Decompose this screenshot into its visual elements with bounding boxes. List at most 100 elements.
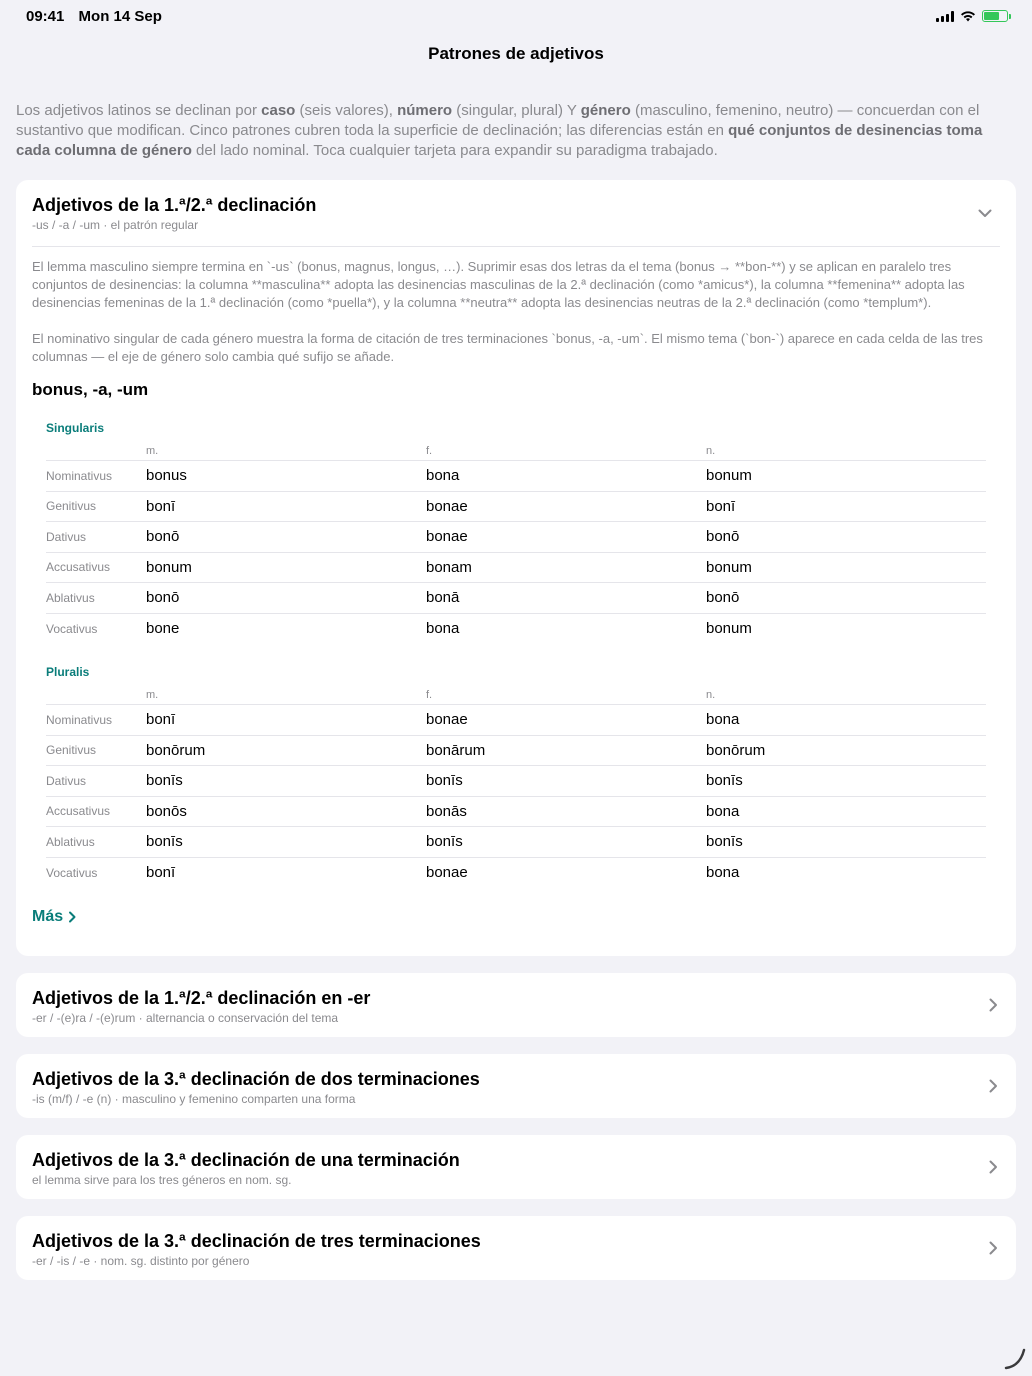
- case-label: Ablativus: [46, 590, 95, 605]
- case-label: Genitivus: [46, 743, 97, 758]
- form-cell: bonae: [426, 497, 468, 515]
- resize-handle-icon[interactable]: [1002, 1346, 1028, 1372]
- table-row: Genitivus bonī bonae bonī: [46, 492, 986, 522]
- gender-header-row: m. f. n.: [46, 441, 986, 461]
- form-cell: bonae: [426, 711, 468, 729]
- form-cell: bonum: [706, 558, 752, 576]
- gender-neuter: n.: [706, 688, 716, 701]
- form-cell: bonī: [146, 864, 176, 882]
- case-label: Accusativus: [46, 804, 111, 819]
- chevron-right-icon: [989, 1160, 997, 1174]
- status-time: 09:41: [26, 7, 65, 25]
- pattern-card-third-one-termination[interactable]: Adjetivos de la 3.ª declinación de una t…: [16, 1135, 1016, 1199]
- card-subtitle: -us / -a / -um · el patrón regular: [32, 218, 199, 232]
- form-cell: bonīs: [706, 772, 743, 790]
- case-label: Genitivus: [46, 499, 97, 514]
- form-cell: bonum: [706, 620, 752, 638]
- form-cell: bonus: [146, 467, 187, 485]
- card-title: Adjetivos de la 1.ª/2.ª declinación en -…: [32, 988, 371, 1008]
- form-cell: bonum: [706, 467, 752, 485]
- chevron-right-icon: [69, 911, 76, 923]
- pattern-card-third-three-terminations[interactable]: Adjetivos de la 3.ª declinación de tres …: [16, 1216, 1016, 1280]
- card-title: Adjetivos de la 3.ª declinación de dos t…: [32, 1069, 480, 1089]
- form-cell: bonīs: [426, 772, 463, 790]
- table-row: Ablativus bonīs bonīs bonīs: [46, 827, 986, 858]
- chevron-down-icon[interactable]: [978, 206, 992, 220]
- form-cell: bonīs: [146, 833, 183, 851]
- chevron-right-icon: [989, 1241, 997, 1255]
- cellular-signal-icon: [936, 10, 954, 22]
- pattern-card-first-second-declension[interactable]: Adjetivos de la 1.ª/2.ª declinación -us …: [16, 180, 1016, 956]
- table-row: Accusativus bonum bonam bonum: [46, 553, 986, 583]
- pattern-card-third-two-terminations[interactable]: Adjetivos de la 3.ª declinación de dos t…: [16, 1054, 1016, 1118]
- card-title: Adjetivos de la 3.ª declinación de tres …: [32, 1231, 481, 1251]
- form-cell: bonārum: [426, 741, 486, 759]
- card-title: Adjetivos de la 1.ª/2.ª declinación: [32, 195, 317, 215]
- form-cell: bonōs: [146, 802, 187, 820]
- table-row: Accusativus bonōs bonās bona: [46, 797, 986, 827]
- gender-masculine: m.: [146, 444, 159, 457]
- table-row: Ablativus bonō bonā bonō: [46, 583, 986, 614]
- case-label: Vocativus: [46, 621, 98, 636]
- form-cell: bonīs: [706, 833, 743, 851]
- table-row: Dativus bonō bonae bonō: [46, 522, 986, 553]
- case-label: Dativus: [46, 529, 87, 544]
- chevron-right-icon: [989, 1079, 997, 1093]
- intro-text: Los adjetivos latinos se declinan por ca…: [16, 102, 983, 159]
- form-cell: bonō: [146, 589, 180, 607]
- form-cell: bonī: [146, 711, 176, 729]
- case-label: Dativus: [46, 773, 87, 788]
- card-title: Adjetivos de la 3.ª declinación de una t…: [32, 1150, 460, 1170]
- status-bar: 09:41 Mon 14 Sep: [0, 0, 1032, 32]
- form-cell: bonam: [426, 558, 472, 576]
- table-row: Nominativus bonī bonae bona: [46, 705, 986, 736]
- page-title: Patrones de adjetivos: [428, 44, 604, 63]
- paradigm-singular: Singularis m. f. n. Nominativus bonus bo…: [46, 421, 986, 644]
- form-cell: bonum: [146, 558, 192, 576]
- form-cell: bonōrum: [146, 741, 206, 759]
- form-cell: bonō: [706, 589, 740, 607]
- battery-charging-icon: [982, 10, 1011, 22]
- form-cell: bonae: [426, 864, 468, 882]
- gender-neuter: n.: [706, 444, 716, 457]
- form-cell: bonō: [706, 528, 740, 546]
- table-row: Genitivus bonōrum bonārum bonōrum: [46, 736, 986, 766]
- card-subtitle: -er / -(e)ra / -(e)rum · alternancia o c…: [32, 1011, 339, 1025]
- form-cell: bona: [706, 711, 740, 729]
- form-cell: bonīs: [426, 833, 463, 851]
- lemma-heading: bonus, -a, -um: [32, 380, 149, 399]
- form-cell: bonā: [426, 589, 460, 607]
- gender-header-row: m. f. n.: [46, 685, 986, 705]
- description-paragraph: El lemma masculino siempre termina en `-…: [32, 259, 965, 310]
- form-cell: bonō: [146, 528, 180, 546]
- card-header[interactable]: Adjetivos de la 1.ª/2.ª declinación -us …: [32, 180, 1000, 246]
- form-cell: bona: [426, 467, 460, 485]
- case-label: Nominativus: [46, 468, 113, 483]
- form-cell: bone: [146, 620, 180, 638]
- form-cell: bonīs: [146, 772, 183, 790]
- pattern-card-er-adjectives[interactable]: Adjetivos de la 1.ª/2.ª declinación en -…: [16, 973, 1016, 1037]
- table-row: Dativus bonīs bonīs bonīs: [46, 766, 986, 797]
- more-link[interactable]: Más: [32, 908, 77, 926]
- table-row: Nominativus bonus bona bonum: [46, 461, 986, 492]
- case-label: Vocativus: [46, 865, 98, 880]
- status-icons: [936, 10, 1011, 22]
- form-cell: bona: [706, 802, 740, 820]
- table-row: Vocativus bonī bonae bona: [46, 858, 986, 889]
- description-paragraph: El nominativo singular de cada género mu…: [32, 331, 983, 364]
- case-label: Ablativus: [46, 834, 95, 849]
- case-label: Nominativus: [46, 712, 113, 727]
- card-subtitle: el lemma sirve para los tres géneros en …: [32, 1173, 292, 1187]
- paradigm-plural: Pluralis m. f. n. Nominativus bonī bonae…: [46, 665, 986, 888]
- card-subtitle: -er / -is / -e · nom. sg. distinto por g…: [32, 1254, 250, 1268]
- chevron-right-icon: [989, 998, 997, 1012]
- gender-feminine: f.: [426, 444, 433, 457]
- gender-masculine: m.: [146, 688, 159, 701]
- table-row: Vocativus bone bona bonum: [46, 614, 986, 645]
- divider: [32, 246, 1000, 247]
- card-subtitle: -is (m/f) / -e (n) · masculino y femenin…: [32, 1092, 356, 1106]
- form-cell: bona: [706, 864, 740, 882]
- gender-feminine: f.: [426, 688, 433, 701]
- form-cell: bonī: [146, 497, 176, 515]
- number-label: Pluralis: [46, 665, 90, 679]
